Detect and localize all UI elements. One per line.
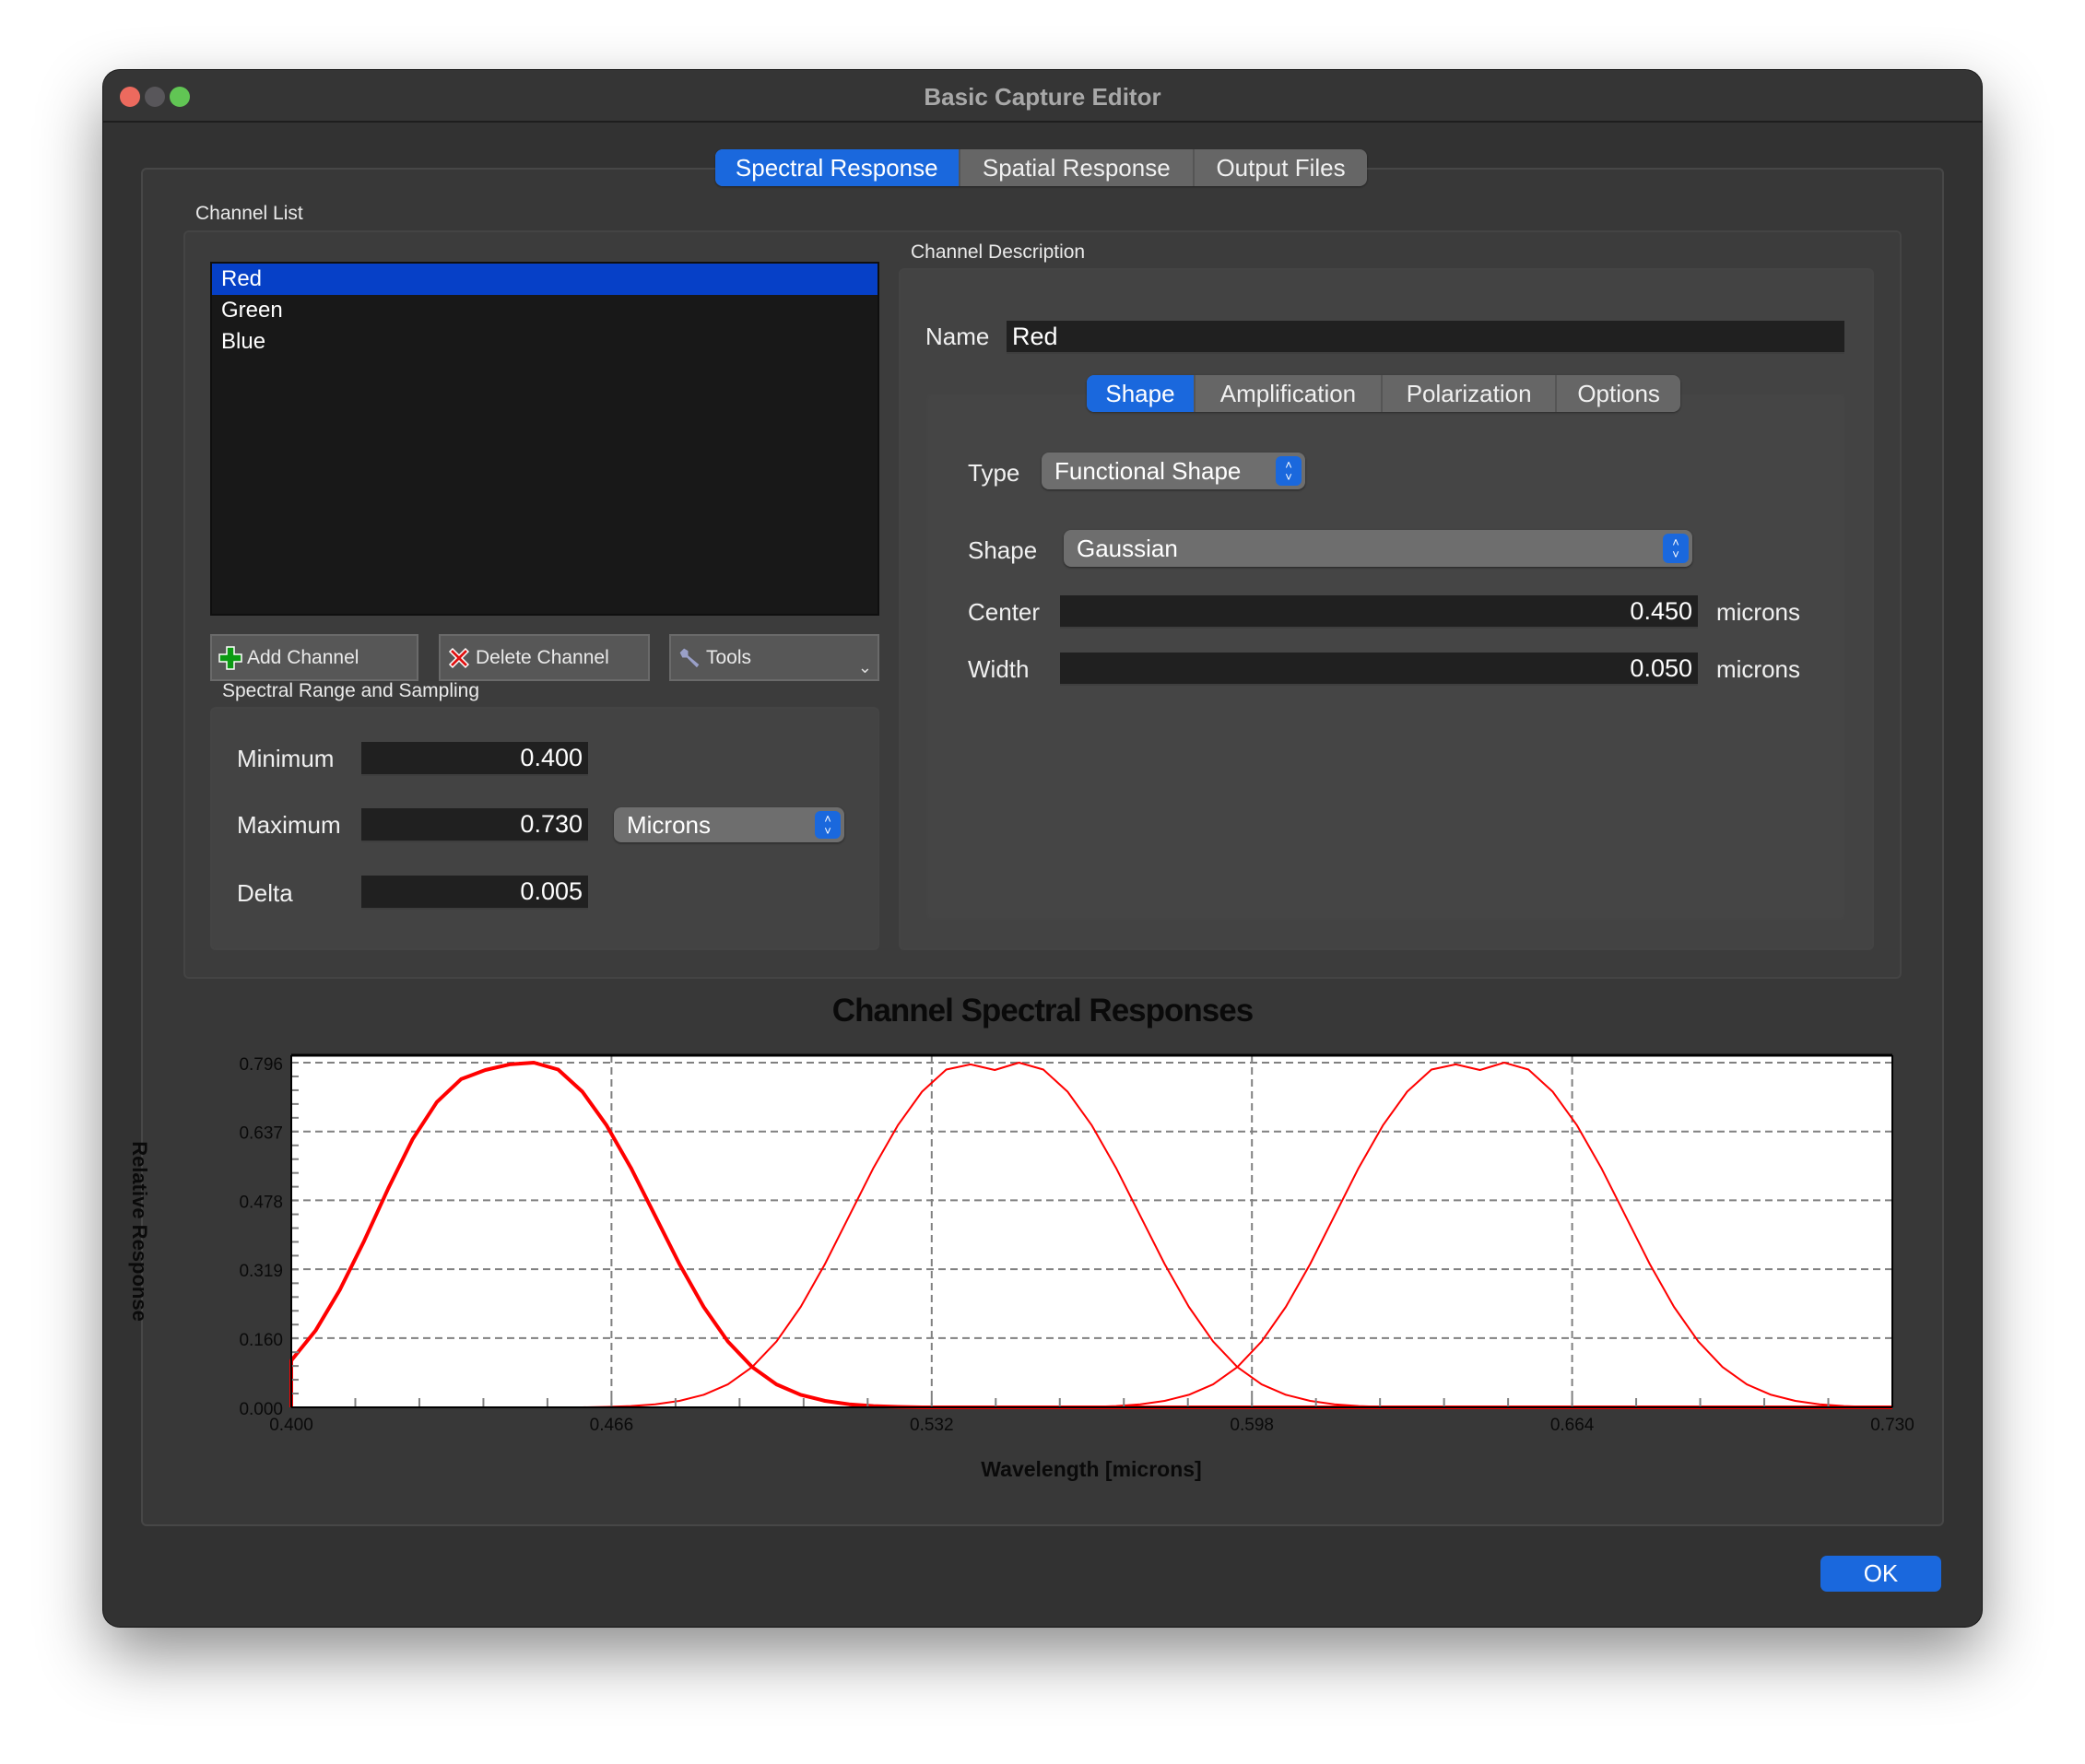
y-tick-label: 0.160 [239,1331,283,1350]
y-tick-label: 0.319 [239,1262,283,1281]
x-tick-label: 0.466 [590,1416,634,1435]
x-tick-label: 0.400 [269,1416,313,1435]
y-tick-label: 0.796 [239,1055,283,1075]
y-axis-label: Relative Response [128,1141,151,1322]
x-axis-label: Wavelength [microns] [981,1457,1201,1481]
basic-capture-editor-window: Basic Capture Editor Spectral Response S… [103,70,1982,1627]
ok-button[interactable]: OK [1820,1556,1941,1592]
spectral-response-chart: 0.0000.1600.3190.4780.6370.7960.4000.466… [103,70,1982,1545]
x-tick-label: 0.598 [1230,1416,1274,1435]
plot-area [291,1055,1892,1407]
x-tick-label: 0.730 [1870,1416,1914,1435]
y-tick-label: 0.637 [239,1124,283,1144]
x-tick-label: 0.664 [1550,1416,1595,1435]
x-tick-label: 0.532 [910,1416,954,1435]
y-tick-label: 0.478 [239,1193,283,1212]
